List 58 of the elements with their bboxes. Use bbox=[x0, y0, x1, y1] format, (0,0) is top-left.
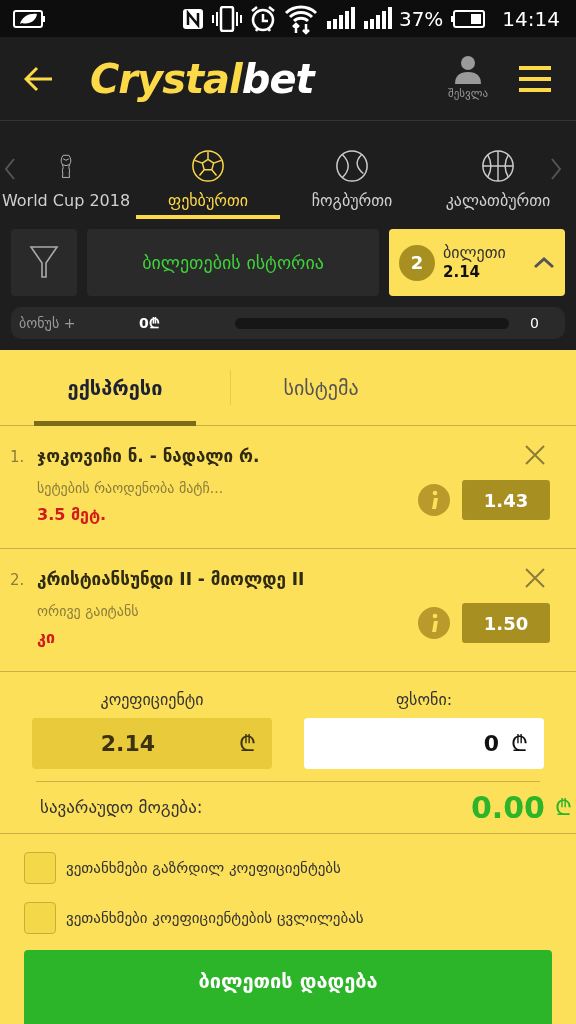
close-icon[interactable] bbox=[524, 444, 546, 466]
bet-pick: 3.5 მეტ. bbox=[37, 503, 108, 526]
funnel-icon bbox=[29, 244, 59, 281]
vibrate-icon bbox=[211, 5, 242, 32]
sport-tab[interactable]: კალათბურთი bbox=[420, 121, 576, 219]
odds-badge: 1.43 bbox=[462, 480, 550, 520]
info-icon[interactable] bbox=[418, 607, 450, 639]
ticket-history-button[interactable]: ბილეთების ისტორია bbox=[87, 229, 379, 296]
bet-number: 2. bbox=[10, 570, 26, 591]
chevron-right-icon[interactable] bbox=[550, 157, 562, 181]
stake-input-field[interactable]: 0 ₾ bbox=[304, 718, 544, 769]
bonus-amount: 0₾ bbox=[139, 313, 161, 333]
match-title: ჯოკოვიჩი ნ. - ნადალი რ. bbox=[37, 445, 261, 468]
clock-time: 14:14 bbox=[502, 5, 560, 33]
sport-tab[interactable]: World Cup 2018 bbox=[0, 121, 132, 219]
count-badge: 2 bbox=[399, 244, 435, 281]
close-icon[interactable] bbox=[524, 567, 546, 589]
coefficient-label: კოეფიციენტი bbox=[100, 689, 204, 711]
ticket-odds: 2.14 bbox=[443, 263, 480, 282]
soccer-ball-icon bbox=[191, 149, 225, 183]
bonus-label: ბონუს + bbox=[19, 313, 77, 333]
potential-win-label: სავარაუდო მოგება: bbox=[40, 795, 204, 819]
bonus-value: 0 bbox=[530, 313, 539, 333]
battery-saver-icon bbox=[12, 7, 46, 30]
ticket-label: ბილეთი bbox=[443, 243, 506, 264]
signal-icon bbox=[361, 6, 392, 31]
ticket-button[interactable]: 2 ბილეთი 2.14 bbox=[389, 229, 565, 296]
chevron-left-icon[interactable] bbox=[4, 157, 16, 181]
battery-percent: 37% bbox=[398, 5, 444, 33]
filter-button[interactable] bbox=[11, 229, 77, 296]
potential-win-value: 0.00 bbox=[470, 789, 545, 827]
market-name: ორივე გაიტანს bbox=[37, 601, 140, 621]
odds-badge: 1.50 bbox=[462, 603, 550, 643]
signal-icon bbox=[324, 6, 355, 31]
user-icon bbox=[453, 54, 483, 85]
market-name: სეტების რაოდენობა მატჩ... bbox=[37, 478, 225, 498]
stake-label: ფსონი: bbox=[395, 689, 453, 711]
bet-number: 1. bbox=[10, 447, 26, 468]
bet-pick: კი bbox=[37, 626, 56, 649]
currency-sign: ₾ bbox=[555, 794, 572, 822]
info-icon[interactable] bbox=[418, 484, 450, 516]
checkbox-label: ვეთანხმები კოეფიციენტების ცვლილებას bbox=[66, 907, 364, 929]
coefficient-box: 2.14 ₾ bbox=[32, 718, 272, 769]
menu-icon[interactable] bbox=[518, 64, 552, 93]
basketball-icon bbox=[481, 149, 515, 183]
login-button[interactable]: შესვლა bbox=[448, 54, 488, 103]
checkbox[interactable] bbox=[24, 902, 56, 934]
bet-type-tab[interactable]: ექსპრესი bbox=[0, 350, 230, 425]
checkbox[interactable] bbox=[24, 852, 56, 884]
sport-tab[interactable]: ჩოგბურთი bbox=[284, 121, 420, 219]
bet-type-tab[interactable]: სისტემა bbox=[231, 350, 411, 425]
nfc-icon bbox=[180, 6, 205, 31]
sport-tab[interactable]: ფეხბურთი bbox=[132, 121, 284, 219]
match-title: კრისტიანსუნდი II - მიოლდე II bbox=[37, 568, 306, 591]
battery-icon bbox=[450, 8, 487, 29]
checkbox-label: ვეთანხმები გაზრდილ კოეფიციენტებს bbox=[66, 857, 341, 879]
tennis-ball-icon bbox=[335, 149, 369, 183]
back-arrow-icon[interactable] bbox=[24, 65, 54, 92]
